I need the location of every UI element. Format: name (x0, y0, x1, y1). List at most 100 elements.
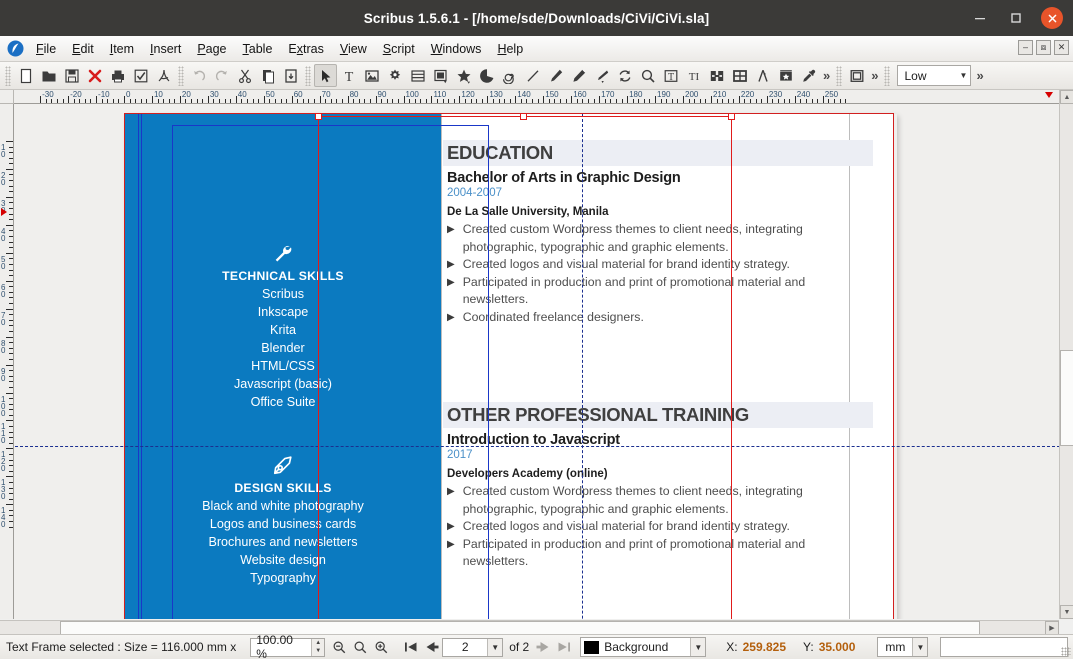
toolbar-drag-handle-5[interactable] (884, 65, 891, 86)
vertical-scrollbar[interactable]: ▲ ▼ (1059, 90, 1073, 619)
close-document-icon[interactable] (83, 64, 106, 87)
page-number-dropdown-icon[interactable]: ▼ (487, 638, 503, 656)
horizontal-scroll-thumb[interactable] (60, 621, 980, 635)
new-document-icon[interactable] (14, 64, 37, 87)
layer-select[interactable]: Background ▼ (580, 637, 707, 657)
menu-view[interactable]: View (332, 39, 375, 59)
zoom-level-input[interactable]: 100.00 % ▲ ▼ (250, 633, 326, 659)
export-pdf-icon[interactable] (152, 64, 175, 87)
preflight-verifier-icon[interactable] (129, 64, 152, 87)
link-text-frames-icon[interactable] (705, 64, 728, 87)
menu-table[interactable]: Table (235, 39, 281, 59)
insert-calligraphic-line-icon[interactable] (590, 64, 613, 87)
insert-bezier-curve-icon[interactable] (544, 64, 567, 87)
insert-line-icon[interactable] (521, 64, 544, 87)
toolbar-overflow-icon-3[interactable]: » (973, 68, 986, 83)
last-page-icon[interactable] (553, 637, 574, 658)
document-canvas[interactable]: EDUCATION Bachelor of Arts in Graphic De… (14, 104, 1059, 619)
previous-page-icon[interactable] (421, 637, 442, 658)
insert-render-frame-icon[interactable] (383, 64, 406, 87)
unit-dropdown-icon[interactable]: ▼ (912, 638, 928, 656)
ruler-minor-tick (9, 163, 13, 165)
insert-table-icon[interactable] (406, 64, 429, 87)
selection-handle-top-center[interactable] (520, 113, 527, 120)
zoom-spinner-buttons[interactable]: ▲ ▼ (311, 638, 325, 656)
toolbar-drag-handle-2[interactable] (178, 65, 184, 86)
maximize-button[interactable] (1005, 7, 1027, 29)
next-page-icon[interactable] (532, 637, 553, 658)
menu-script[interactable]: Script (375, 39, 423, 59)
zoom-spinner-up-icon[interactable]: ▲ (312, 639, 324, 648)
menu-windows[interactable]: Windows (423, 39, 490, 59)
unit-select[interactable]: mm ▼ (877, 637, 929, 657)
resize-grip[interactable] (1061, 647, 1071, 657)
edit-text-in-story-editor-icon[interactable]: TI (682, 64, 705, 87)
undo-icon[interactable] (187, 64, 210, 87)
selected-text-frame[interactable] (318, 116, 732, 619)
close-document-icon[interactable]: ✕ (1054, 40, 1069, 55)
menu-help[interactable]: Help (489, 39, 531, 59)
status-field[interactable] (940, 637, 1069, 657)
rotate-item-icon[interactable] (613, 64, 636, 87)
menu-page[interactable]: Page (189, 39, 234, 59)
selection-handle-top-right[interactable] (728, 113, 735, 120)
toolbar-overflow-icon-2[interactable]: » (868, 68, 881, 83)
first-page-icon[interactable] (400, 637, 421, 658)
zoom-in-icon[interactable] (371, 637, 392, 658)
layer-dropdown-icon[interactable]: ▼ (690, 638, 706, 656)
horizontal-ruler[interactable]: -30 -20 -10 0 10 20 30 40 50 60 70 80 90 100 110 120 130… (14, 90, 1059, 104)
insert-spiral-icon[interactable] (498, 64, 521, 87)
insert-freehand-line-icon[interactable] (567, 64, 590, 87)
eye-dropper-icon[interactable] (797, 64, 820, 87)
select-item-icon[interactable] (314, 64, 337, 87)
selection-handle-top-left[interactable] (315, 113, 322, 120)
restore-document-icon[interactable]: ⧈ (1036, 40, 1051, 55)
horizontal-scrollbar[interactable]: ▶ (0, 620, 1059, 635)
insert-image-frame-icon[interactable] (360, 64, 383, 87)
vertical-scroll-thumb[interactable] (1060, 350, 1073, 446)
minimize-document-icon[interactable]: – (1018, 40, 1033, 55)
ruler-major-tick (6, 364, 13, 366)
close-button[interactable] (1041, 7, 1063, 29)
pdf-push-button-icon[interactable] (845, 64, 868, 87)
cut-icon[interactable] (233, 64, 256, 87)
insert-arc-icon[interactable] (475, 64, 498, 87)
document-window-controls: – ⧈ ✕ (1018, 40, 1069, 55)
zoom-spinner-down-icon[interactable]: ▼ (312, 647, 324, 656)
unlink-text-frames-icon[interactable] (728, 64, 751, 87)
vertical-ruler[interactable]: 1 02 03 04 05 06 07 08 09 01 0 01 1 01 2… (0, 104, 14, 619)
menu-edit[interactable]: Edit (64, 39, 102, 59)
menu-extras[interactable]: Extras (280, 39, 331, 59)
print-icon[interactable] (106, 64, 129, 87)
text-frame-outline-narrow[interactable] (138, 114, 142, 619)
zoom-icon[interactable] (636, 64, 659, 87)
zoom-100-icon[interactable] (350, 637, 371, 658)
edit-contents-icon[interactable]: T (659, 64, 682, 87)
toolbar-drag-handle-3[interactable] (305, 65, 311, 86)
scroll-right-arrow-icon[interactable]: ▶ (1045, 621, 1059, 635)
toolbar-overflow-icon[interactable]: » (820, 68, 833, 83)
ruler-corner[interactable] (0, 90, 14, 104)
save-document-icon[interactable] (60, 64, 83, 87)
toolbar-drag-handle-4[interactable] (836, 65, 843, 86)
menu-item[interactable]: Item (102, 39, 142, 59)
scroll-down-arrow-icon[interactable]: ▼ (1060, 605, 1073, 619)
minimize-button[interactable] (969, 7, 991, 29)
insert-text-frame-icon[interactable]: T (337, 64, 360, 87)
copy-item-properties-icon[interactable] (774, 64, 797, 87)
menu-insert[interactable]: Insert (142, 39, 189, 59)
measurements-icon[interactable] (751, 64, 774, 87)
page-number-input[interactable]: 2 ▼ (442, 637, 504, 657)
menu-file[interactable]: File (28, 39, 64, 59)
open-document-icon[interactable] (37, 64, 60, 87)
insert-polygon-icon[interactable] (452, 64, 475, 87)
zoom-out-icon[interactable] (329, 637, 350, 658)
copy-icon[interactable] (256, 64, 279, 87)
toolbar-drag-handle[interactable] (5, 65, 11, 86)
preview-quality-select[interactable]: Low ▼ (897, 65, 972, 86)
scroll-up-arrow-icon[interactable]: ▲ (1060, 90, 1073, 104)
insert-shape-icon[interactable] (429, 64, 452, 87)
svg-text:T: T (667, 72, 673, 83)
paste-icon[interactable] (279, 64, 302, 87)
redo-icon[interactable] (210, 64, 233, 87)
